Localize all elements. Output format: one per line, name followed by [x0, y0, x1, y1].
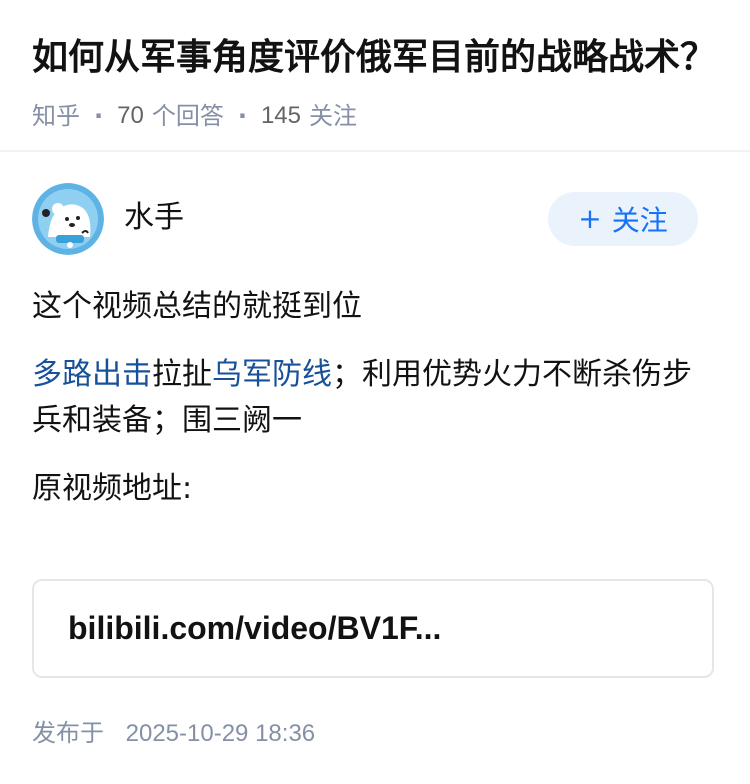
answer-paragraph: 原视频地址: [32, 471, 193, 506]
answer-paragraph: 这个视频总结的就挺到位 [32, 289, 362, 324]
publish-value: 2025-10-29 18:36 [125, 720, 316, 747]
publish-label: 发布于 [32, 719, 104, 747]
answer-body: 这个视频总结的就挺到位 多路出击拉扯乌军防线；利用优势火力不断杀伤步兵和装备；围… [32, 284, 710, 534]
plus-icon: + [578, 202, 602, 235]
follow-button-label: 关注 [611, 204, 668, 237]
author-name[interactable]: 水手 [124, 200, 184, 236]
answer-count-label[interactable]: 个回答 [152, 100, 224, 132]
follow-button[interactable]: + 关注 [548, 192, 698, 246]
answer-text: 拉扯 [152, 357, 212, 392]
video-link-card[interactable]: bilibili.com/video/BV1F... [32, 579, 714, 678]
video-link-text: bilibili.com/video/BV1F... [68, 610, 442, 646]
follower-count-label: 关注 [309, 102, 357, 130]
source-label[interactable]: 知乎 [32, 100, 80, 132]
question-meta: 知乎 · 70 个回答 · 145 关注 [32, 100, 730, 132]
author-row: 水手 + 关注 [32, 183, 698, 255]
answer-link[interactable]: 多路出击 [32, 357, 152, 392]
question-header: 如何从军事角度评价俄军目前的战略战术？ 知乎 · 70 个回答 · 145 关注 [32, 32, 730, 132]
header-divider [0, 150, 750, 152]
answer-paragraph: 多路出击拉扯乌军防线；利用优势火力不断杀伤步兵和装备；围三阙一 [32, 352, 710, 444]
avatar[interactable] [32, 183, 104, 255]
question-title[interactable]: 如何从军事角度评价俄军目前的战略战术？ [32, 32, 730, 84]
answer-link[interactable]: 乌军防线 [212, 357, 332, 392]
polar-bear-avatar-icon [32, 183, 104, 255]
answer-count: 70 [117, 102, 144, 129]
publish-time: 发布于 2025-10-29 18:36 [32, 716, 315, 751]
meta-separator: · [237, 102, 247, 130]
follower-count: 145 [260, 102, 301, 129]
meta-separator: · [94, 102, 104, 130]
